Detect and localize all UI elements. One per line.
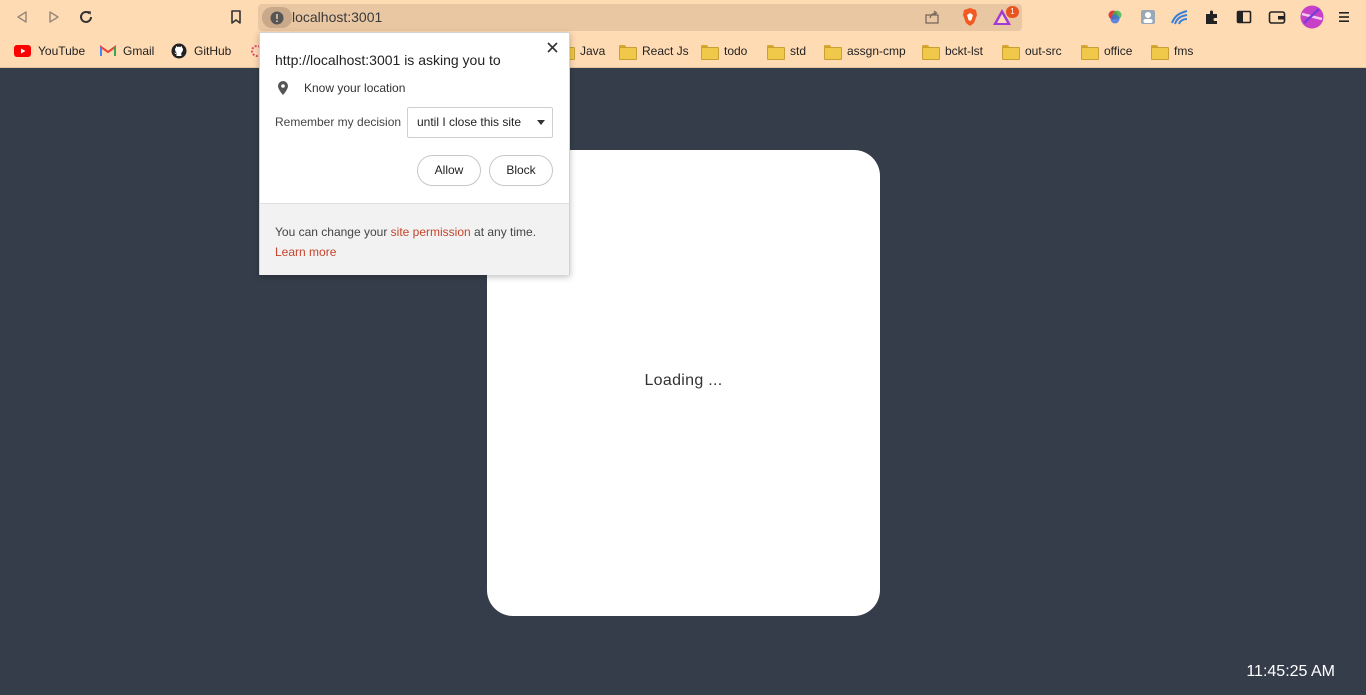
remember-select-value: until I close this site — [417, 115, 522, 129]
permission-text: Know your location — [304, 81, 406, 95]
url-text[interactable]: localhost:3001 — [292, 9, 382, 25]
extension-profile[interactable] — [1138, 7, 1158, 27]
rewards-badge: 1 — [1006, 6, 1019, 18]
location-pin-icon — [278, 81, 288, 95]
folder-icon — [619, 44, 637, 60]
bookmark-folder-fms[interactable]: fms — [1151, 41, 1193, 61]
bookmark-folder-react[interactable]: React Js — [619, 41, 689, 61]
brave-shields-button[interactable] — [960, 7, 980, 32]
bookmark-icon — [231, 9, 241, 24]
folder-icon — [824, 44, 842, 60]
wallet-icon — [1268, 11, 1286, 24]
forward-icon — [49, 11, 59, 23]
dialog-footer: You can change your site permission at a… — [260, 203, 569, 275]
bookmark-label: bckt-lst — [945, 44, 984, 58]
forward-button[interactable] — [44, 7, 64, 27]
bookmark-label: office — [1104, 44, 1133, 58]
bookmark-page-button[interactable] — [226, 7, 246, 27]
clock-text: 11:45:25 AM — [1246, 663, 1335, 680]
bookmark-label: fms — [1174, 44, 1194, 58]
bookmark-folder-std[interactable]: std — [767, 41, 806, 61]
remember-select[interactable]: until I close this site — [407, 107, 553, 138]
menu-button[interactable] — [1334, 7, 1354, 27]
loading-text: Loading ... — [644, 372, 723, 389]
remember-label: Remember my decision — [275, 115, 402, 129]
bookmark-folder-office[interactable]: office — [1081, 41, 1132, 61]
user-card-icon — [1141, 10, 1155, 24]
bookmark-label: React Js — [642, 44, 689, 58]
browser-toolbar: localhost:3001 1 — [0, 0, 1366, 34]
reload-icon — [80, 10, 92, 23]
folder-icon — [1151, 44, 1169, 60]
dialog-title: http://localhost:3001 is asking you to — [275, 52, 501, 68]
bookmark-label: GitHub — [194, 44, 232, 58]
bookmark-label: Java — [580, 44, 606, 58]
bookmark-label: YouTube — [38, 44, 86, 58]
extension-colorpicker[interactable] — [1105, 7, 1125, 27]
bookmark-github[interactable]: GitHub — [171, 41, 231, 61]
close-button[interactable] — [545, 40, 559, 54]
bookmark-gmail[interactable]: Gmail — [100, 41, 154, 61]
hamburger-menu-icon — [1339, 12, 1349, 22]
share-button[interactable] — [924, 9, 940, 30]
brave-lion-icon — [963, 8, 977, 26]
bookmark-label: todo — [724, 44, 748, 58]
bookmark-folder-assgn-cmp[interactable]: assgn-cmp — [824, 41, 906, 61]
footer-prefix: You can change your — [275, 225, 391, 239]
bookmark-youtube[interactable]: YouTube — [14, 41, 85, 61]
permission-row: Know your location — [278, 81, 405, 95]
location-permission-dialog: http://localhost:3001 is asking you to K… — [259, 32, 570, 275]
site-info-button[interactable] — [262, 7, 292, 28]
folder-icon — [1081, 44, 1099, 60]
folder-icon — [922, 44, 940, 60]
close-icon — [546, 41, 558, 53]
waves-icon — [1171, 10, 1188, 25]
gmail-icon — [100, 45, 116, 56]
back-button[interactable] — [12, 7, 32, 27]
bookmark-folder-out-src[interactable]: out-src — [1002, 41, 1062, 61]
folder-icon — [767, 44, 785, 60]
block-button[interactable]: Block — [489, 155, 553, 186]
back-icon — [17, 11, 27, 23]
bookmark-label: out-src — [1025, 44, 1062, 58]
youtube-icon — [14, 45, 31, 57]
allow-button[interactable]: Allow — [417, 155, 481, 186]
github-icon — [171, 43, 187, 59]
site-permission-link[interactable]: site permission — [391, 225, 471, 239]
folder-icon — [1002, 44, 1020, 60]
learn-more-link[interactable]: Learn more — [275, 245, 336, 259]
bookmarks-bar: YouTube Gmail GitHub Java React Js todo … — [0, 34, 1366, 68]
share-icon — [925, 10, 939, 24]
profile-avatar-button[interactable] — [1300, 5, 1324, 29]
avatar — [1300, 5, 1324, 29]
extension-waves[interactable] — [1170, 7, 1190, 27]
footer-suffix: at any time. — [470, 225, 537, 239]
reload-button[interactable] — [76, 7, 96, 27]
extensions-button[interactable] — [1202, 7, 1222, 27]
bookmark-folder-todo[interactable]: todo — [701, 41, 747, 61]
bookmark-label: Gmail — [123, 44, 155, 58]
wallet-button[interactable] — [1267, 7, 1287, 27]
bookmark-label: std — [790, 44, 807, 58]
bookmark-folder-bckt-lst[interactable]: bckt-lst — [922, 41, 983, 61]
color-wheel-icon — [1108, 10, 1122, 24]
puzzle-icon — [1206, 10, 1217, 24]
address-bar[interactable]: localhost:3001 1 — [258, 4, 1022, 31]
sidebar-toggle-button[interactable] — [1234, 7, 1254, 27]
dropdown-caret-icon — [537, 120, 545, 125]
bookmark-label: assgn-cmp — [847, 44, 906, 58]
warning-icon — [270, 11, 284, 24]
footer-text: You can change your site permission at a… — [275, 222, 565, 262]
sidebar-icon — [1236, 10, 1252, 24]
folder-icon — [701, 44, 719, 60]
